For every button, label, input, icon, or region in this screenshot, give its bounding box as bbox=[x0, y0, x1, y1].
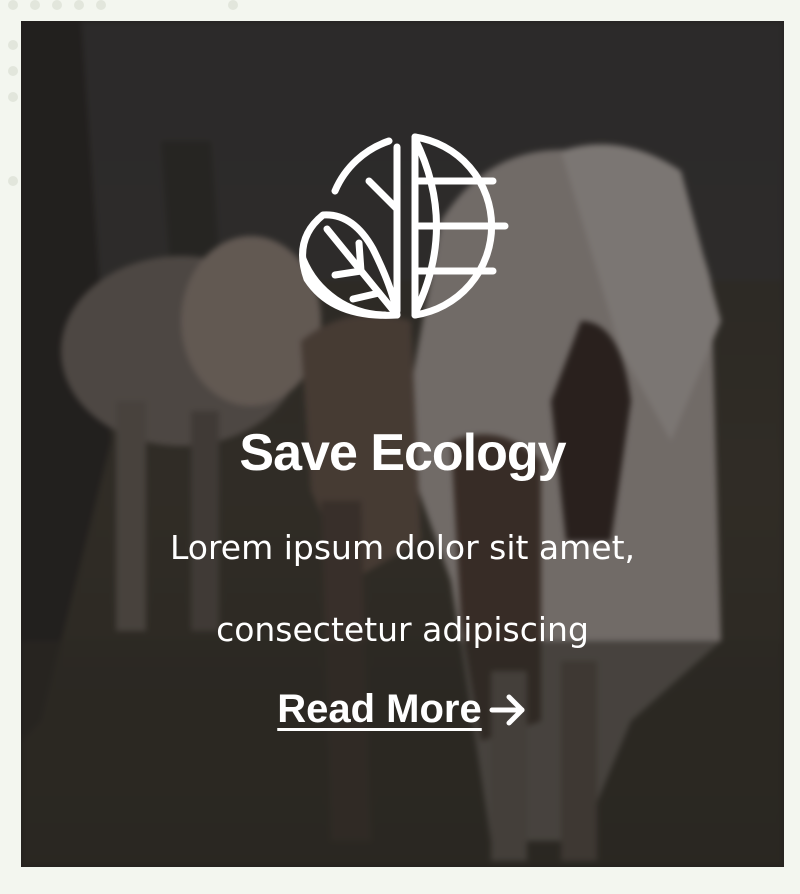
card-description: Lorem ipsum dolor sit amet, consectetur … bbox=[169, 528, 636, 649]
arrow-right-icon bbox=[489, 694, 525, 725]
feature-card: Save Ecology Lorem ipsum dolor sit amet,… bbox=[21, 21, 784, 867]
leaf-globe-icon bbox=[298, 133, 508, 319]
read-more-link[interactable]: Read More bbox=[277, 687, 528, 732]
read-more-label: Read More bbox=[277, 687, 482, 731]
card-title: Save Ecology bbox=[239, 424, 566, 482]
